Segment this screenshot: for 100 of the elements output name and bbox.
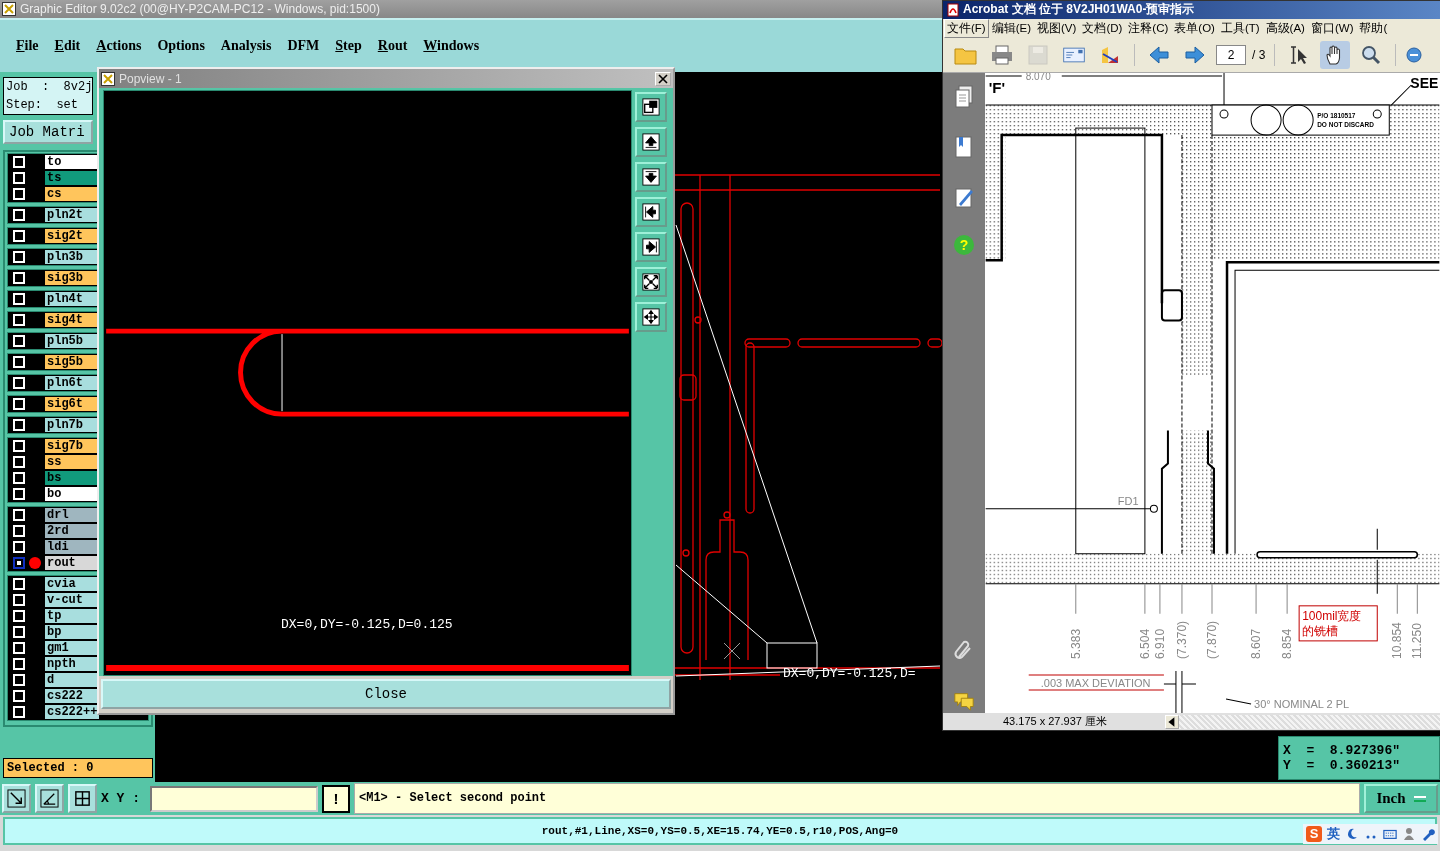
layer-name[interactable]: cvia	[45, 577, 99, 591]
layer-name[interactable]: sig4t	[45, 313, 99, 327]
person-icon[interactable]	[1402, 827, 1416, 841]
tool-button[interactable]	[1320, 41, 1351, 70]
menu-item[interactable]: 编辑(E)	[988, 19, 1035, 39]
step-label: Step: set	[5, 97, 79, 114]
layer-name[interactable]: pln3b	[45, 250, 99, 264]
layer-name[interactable]: v-cut	[45, 593, 99, 607]
menu-item[interactable]: Edit	[46, 38, 89, 54]
xy-input-field[interactable]	[150, 785, 318, 812]
menu-item[interactable]: Analysis	[212, 38, 280, 54]
angle-icon	[40, 789, 59, 808]
layer-name[interactable]: cs222++	[45, 705, 99, 719]
menu-item[interactable]: 注释(C)	[1125, 19, 1172, 39]
close-button[interactable]: Close	[101, 679, 671, 709]
menu-item[interactable]: DFM	[279, 38, 328, 54]
dimension-label: 6.910	[1152, 629, 1167, 660]
dimension-label: 10.854	[1390, 622, 1405, 660]
layer-name[interactable]: sig2t	[45, 229, 99, 243]
menu-item[interactable]: 窗口(W)	[1307, 19, 1357, 39]
layer-name[interactable]: cs222	[45, 689, 99, 703]
menu-item[interactable]: Rout	[369, 38, 416, 54]
menu-item[interactable]: 表单(O)	[1171, 19, 1218, 39]
menu-item[interactable]: 文件(F)	[944, 19, 989, 39]
tool-button[interactable]	[35, 784, 64, 813]
dimension-label: 8.607	[1249, 629, 1264, 660]
alert-button[interactable]: !	[322, 784, 350, 813]
menu-item[interactable]: Options	[149, 38, 213, 54]
xy-label: X Y :	[101, 791, 140, 806]
layer-name[interactable]: pln6t	[45, 376, 99, 390]
tool-button[interactable]	[68, 784, 97, 813]
preview-canvas[interactable]: DX=0,DY=-0.125,D=0.125	[103, 90, 632, 676]
view-button[interactable]	[635, 127, 667, 157]
page-size-label: 43.175 x 27.937 厘米	[1002, 714, 1108, 730]
app-icon	[2, 2, 16, 16]
layer-name[interactable]: to	[45, 155, 99, 169]
layer-name[interactable]: sig3b	[45, 271, 99, 285]
view-button[interactable]	[635, 92, 667, 122]
wrench-icon[interactable]	[1421, 827, 1435, 841]
view-button[interactable]	[635, 197, 667, 227]
menu-item[interactable]: Actions	[88, 38, 150, 54]
close-icon	[658, 73, 668, 84]
close-button[interactable]	[655, 71, 671, 86]
menu-item[interactable]: 高级(A)	[1262, 19, 1308, 39]
job-label: Job : 8v2j	[5, 79, 92, 96]
view-label: 'F'	[988, 79, 1005, 97]
menu-item[interactable]: 文档(D)	[1079, 19, 1126, 39]
layer-name[interactable]: cs	[45, 187, 99, 201]
pages-icon[interactable]	[953, 85, 975, 110]
layer-name[interactable]: pln4t	[45, 292, 99, 306]
horizontal-scrollbar[interactable]	[1165, 714, 1440, 729]
menu-item[interactable]: 视图(V)	[1034, 19, 1080, 39]
layer-name[interactable]: gm1	[45, 641, 99, 655]
checkbox[interactable]	[13, 557, 25, 569]
menu-item[interactable]: File	[8, 38, 47, 54]
page-number-field[interactable]: 2	[1216, 45, 1246, 66]
layer-name[interactable]: ss	[45, 455, 99, 469]
menu-item[interactable]: 帮助(	[1356, 19, 1391, 39]
layer-name[interactable]: drl	[45, 508, 99, 522]
layer-name[interactable]: bp	[45, 625, 99, 639]
document-icon	[946, 2, 960, 17]
bookmark-icon[interactable]	[953, 135, 975, 160]
grid-icon	[73, 789, 92, 808]
layer-name[interactable]: tp	[45, 609, 99, 623]
page-count: / 3	[1252, 48, 1266, 63]
menu-item[interactable]: 工具(T)	[1217, 19, 1263, 39]
layer-name[interactable]: pln5b	[45, 334, 99, 348]
layer-name[interactable]: sig5b	[45, 355, 99, 369]
right-arrow-icon	[1183, 44, 1207, 67]
layer-name[interactable]: pln2t	[45, 208, 99, 222]
moon-icon[interactable]	[1345, 827, 1359, 841]
language-mode[interactable]: 英	[1327, 825, 1340, 843]
view-button[interactable]	[635, 267, 667, 297]
layer-name[interactable]: bs	[45, 471, 99, 485]
deviation-note: .003 MAX DEVIATION	[1040, 677, 1151, 690]
layer-name[interactable]: ldi	[45, 540, 99, 554]
layer-name[interactable]: npth	[45, 657, 99, 671]
job-matrix-button[interactable]: Job Matri	[3, 120, 93, 144]
keyboard-icon[interactable]	[1383, 827, 1397, 841]
coordinate-value: X = 8.927396"	[1283, 743, 1402, 758]
layer-name[interactable]: sig7b	[45, 439, 99, 453]
layer-name[interactable]: rout	[45, 556, 99, 570]
view-button[interactable]	[635, 232, 667, 262]
scroll-left-icon[interactable]	[1165, 714, 1179, 729]
zoom-out-icon[interactable]	[1405, 46, 1424, 65]
layer-name[interactable]: d	[45, 673, 99, 687]
layer-name[interactable]: pln7b	[45, 418, 99, 432]
menu-item[interactable]: Windows	[415, 38, 488, 54]
tool-button[interactable]	[2, 784, 31, 813]
layer-name[interactable]: 2rd	[45, 524, 99, 538]
view-button[interactable]	[635, 162, 667, 192]
layer-name[interactable]: bo	[45, 487, 99, 501]
layer-name[interactable]: sig6t	[45, 397, 99, 411]
measurement-readout: DX=0,DY=-0.125,D=0.125	[281, 617, 453, 632]
printer-icon	[990, 44, 1014, 67]
layer-name[interactable]: ts	[45, 171, 99, 185]
menu-item[interactable]: Step	[327, 38, 370, 54]
units-dropdown[interactable]: Inch	[1364, 784, 1438, 813]
view-button[interactable]	[635, 302, 667, 332]
pen-icon[interactable]	[953, 185, 975, 210]
